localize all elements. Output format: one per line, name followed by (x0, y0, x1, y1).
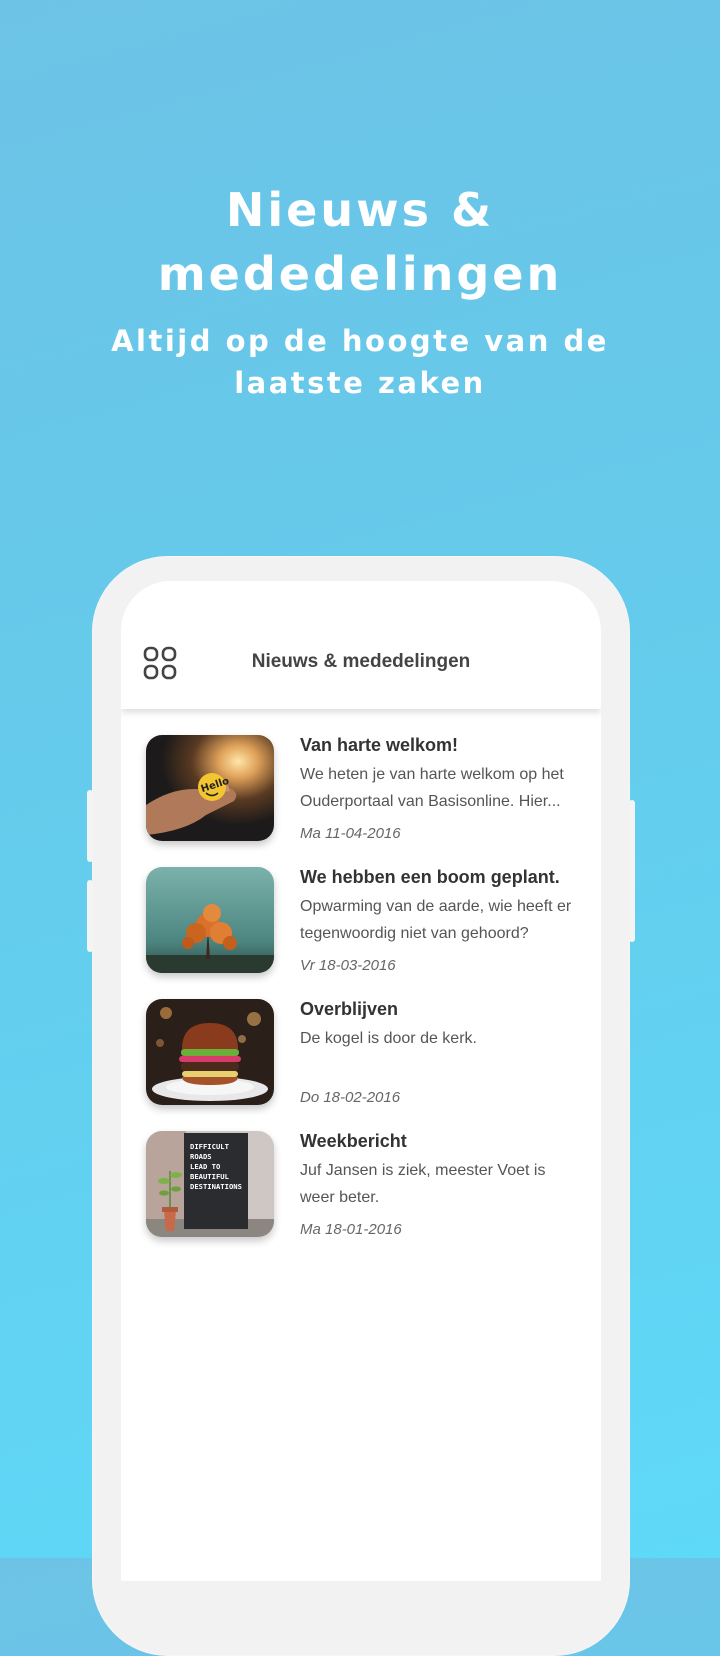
news-item-excerpt-line: Opwarming van de aarde, wie heeft er (300, 898, 572, 915)
promo-title-line-1: Nieuws & (225, 183, 495, 237)
hand-holding-hello-sticker-image: Hello (146, 735, 274, 841)
news-item-excerpt-line: tegenwoordig niet van gehoord? (300, 925, 529, 942)
news-item-excerpt: De kogel is door de kerk. (300, 1025, 585, 1052)
news-item-overblijven[interactable]: Overblijven De kogel is door de kerk. Do… (121, 973, 601, 1106)
news-item-excerpt-line: weer beter. (300, 1189, 380, 1206)
letterboard-plant-image: DIFFICULT ROADS LEAD TO BEAUTIFUL DESTIN… (146, 1131, 274, 1237)
news-item-tree-planted[interactable]: We hebben een boom geplant. Opwarming va… (121, 841, 601, 974)
letterboard-text-line: LEAD TO (190, 1162, 220, 1171)
news-item-excerpt: We heten je van harte welkom op het Oude… (300, 761, 585, 815)
news-item-date: Vr 18-03-2016 (300, 957, 396, 974)
news-item-title: Overblijven (300, 999, 399, 1019)
letterboard-text-line: DESTINATIONS (190, 1182, 242, 1191)
news-item-excerpt-line: De kogel is door de kerk. (300, 1030, 477, 1047)
promo-subtitle-line-1: Altijd op de hoogte van de (111, 324, 609, 358)
news-item-excerpt-line: Ouderportaal van Basisonline. Hier... (300, 793, 561, 810)
promo-title: Nieuws & mededelingen (0, 178, 720, 306)
news-item-title: We hebben een boom geplant. (300, 867, 560, 887)
news-item-title: Van harte welkom! (300, 735, 459, 755)
news-item-title: Weekbericht (300, 1131, 407, 1151)
letterboard-text-line: BEAUTIFUL (190, 1172, 230, 1181)
promo-title-line-2: mededelingen (157, 247, 563, 301)
news-item-weekbericht[interactable]: DIFFICULT ROADS LEAD TO BEAUTIFUL DESTIN… (121, 1105, 601, 1238)
letterboard-text-line: DIFFICULT (190, 1142, 230, 1151)
news-item-excerpt: Juf Jansen is ziek, meester Voet is weer… (300, 1157, 585, 1211)
burger-image (146, 999, 274, 1105)
letterboard-text-line: ROADS (190, 1152, 212, 1161)
news-item-date: Do 18-02-2016 (300, 1089, 401, 1106)
phone-volume-up-button (87, 790, 93, 862)
news-item-date: Ma 11-04-2016 (300, 825, 401, 842)
phone-power-button (629, 800, 635, 942)
news-item-excerpt-line: Juf Jansen is ziek, meester Voet is (300, 1162, 546, 1179)
promo-subtitle: Altijd op de hoogte van de laatste zaken (110, 320, 610, 404)
news-item-excerpt: Opwarming van de aarde, wie heeft er teg… (300, 893, 585, 947)
phone-volume-down-button (87, 880, 93, 952)
phone-screen: Nieuws & mededelingen Hello Van harte we… (121, 581, 601, 1581)
news-item-welcome[interactable]: Hello Van harte welkom! We heten je van … (121, 709, 601, 842)
app-header: Nieuws & mededelingen (121, 581, 601, 709)
news-item-date: Ma 18-01-2016 (300, 1221, 402, 1238)
orange-tree-image (146, 867, 274, 973)
promo-subtitle-line-2: laatste zaken (234, 366, 486, 400)
page-title: Nieuws & mededelingen (251, 651, 471, 672)
news-item-excerpt-line: We heten je van harte welkom op het (300, 766, 564, 783)
